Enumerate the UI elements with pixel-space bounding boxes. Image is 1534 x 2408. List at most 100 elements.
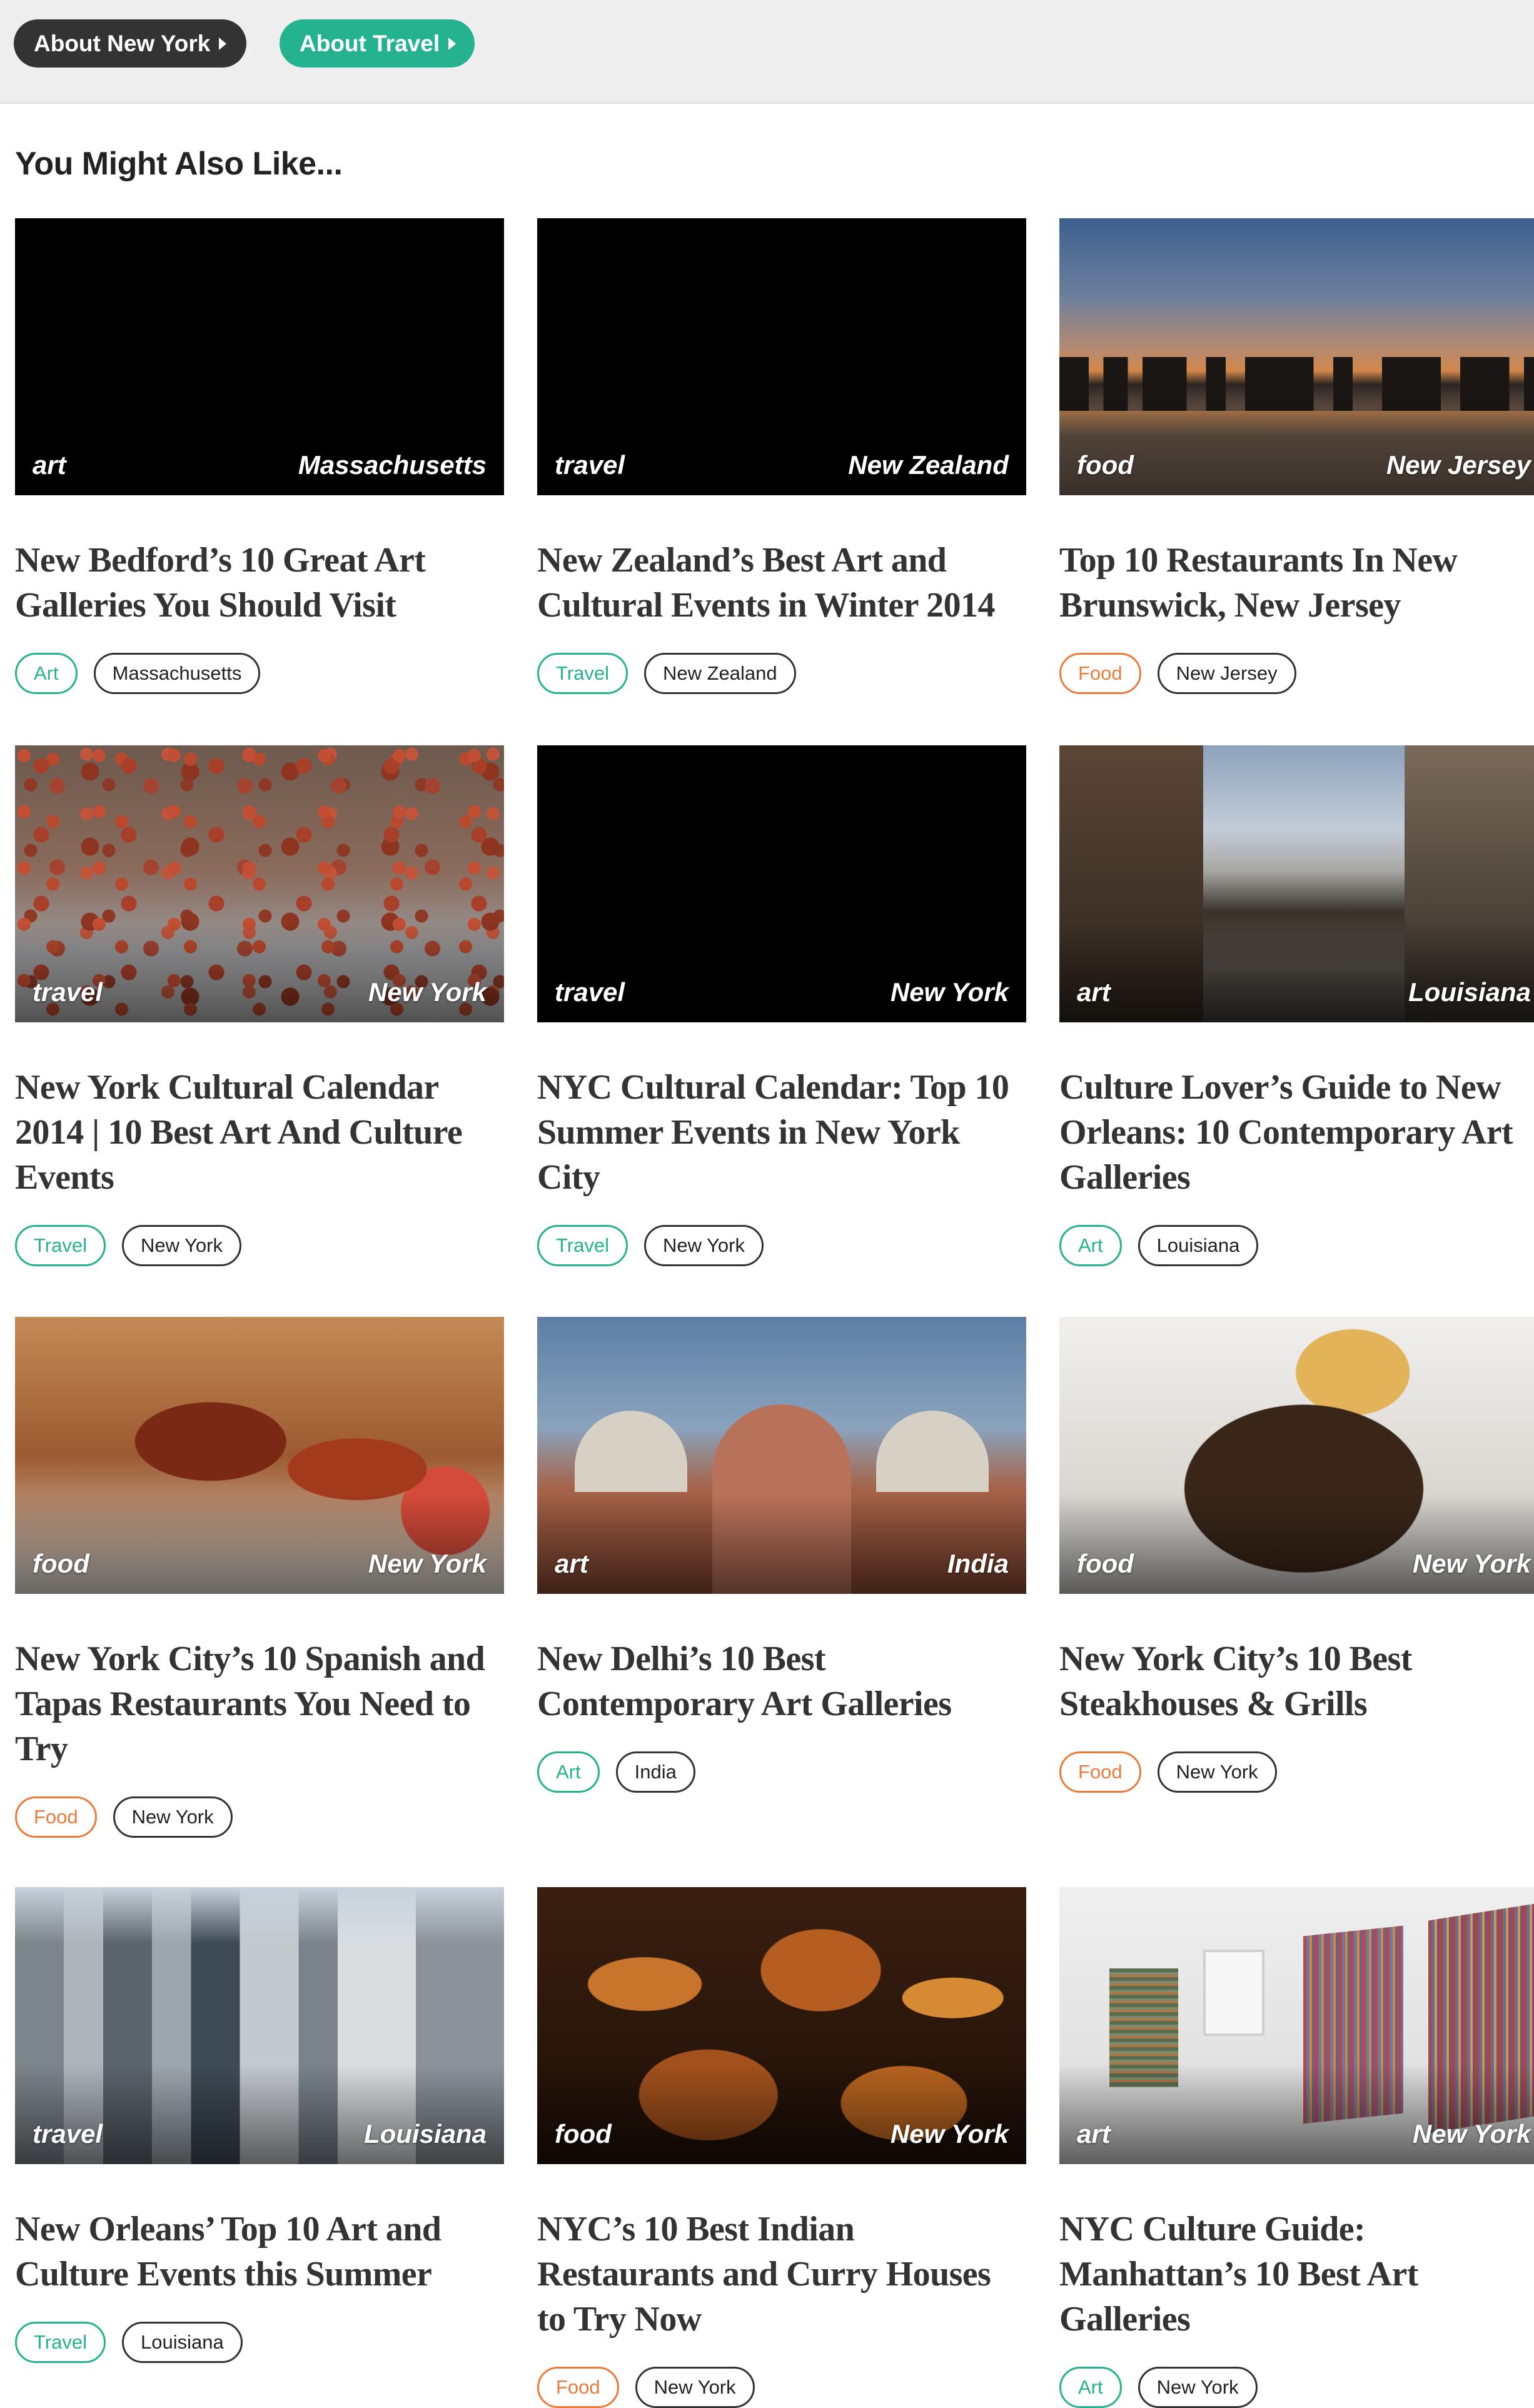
location-tag[interactable]: New York <box>643 1225 764 1266</box>
article-title[interactable]: New York Cultural Calendar 2014 | 10 Bes… <box>15 1022 504 1200</box>
article-card[interactable]: art Louisiana Culture Lover’s Guide to N… <box>1059 745 1534 1266</box>
article-thumbnail[interactable]: travel New Zealand <box>537 218 1026 495</box>
article-card[interactable]: travel Louisiana New Orleans’ Top 10 Art… <box>15 1887 504 2363</box>
article-title[interactable]: New Zealand’s Best Art and Cultural Even… <box>537 495 1026 628</box>
location-tag[interactable]: New York <box>113 1796 233 1838</box>
article-thumbnail[interactable]: travel Louisiana <box>15 1887 504 2164</box>
article-title[interactable]: New York City’s 10 Spanish and Tapas Res… <box>15 1594 504 1771</box>
article-thumbnail[interactable]: art New York <box>1059 1887 1534 2164</box>
thumbnail-category: food <box>1077 450 1134 480</box>
tag-list: Art Massachusetts <box>15 653 504 694</box>
about-city-label: About New York <box>34 30 211 56</box>
thumbnail-category: food <box>1077 1549 1134 1578</box>
article-card[interactable]: art India New Delhi’s 10 Best Contempora… <box>537 1317 1026 1793</box>
thumbnail-category: travel <box>33 2119 103 2149</box>
article-title[interactable]: New York City’s 10 Best Steakhouses & Gr… <box>1059 1594 1534 1726</box>
article-card[interactable]: food New York New York City’s 10 Best St… <box>1059 1317 1534 1793</box>
thumbnail-location: Massachusetts <box>298 450 487 480</box>
article-card[interactable]: art New York NYC Culture Guide: Manhatta… <box>1059 1887 1534 2408</box>
article-title[interactable]: NYC Culture Guide: Manhattan’s 10 Best A… <box>1059 2164 1534 2342</box>
tag-list: Food New York <box>1059 1751 1534 1793</box>
location-tag[interactable]: New Jersey <box>1157 653 1296 694</box>
article-thumbnail[interactable]: food New York <box>537 1887 1026 2164</box>
category-tag[interactable]: Food <box>1059 653 1141 694</box>
article-card[interactable]: food New York NYC’s 10 Best Indian Resta… <box>537 1887 1026 2408</box>
category-tag[interactable]: Food <box>15 1796 97 1838</box>
about-topic-label: About Travel <box>300 30 440 56</box>
article-thumbnail[interactable]: travel New York <box>537 745 1026 1022</box>
tag-list: Food New Jersey <box>1059 653 1534 694</box>
article-title[interactable]: New Delhi’s 10 Best Contemporary Art Gal… <box>537 1594 1026 1726</box>
thumbnail-category: travel <box>555 977 625 1007</box>
article-card[interactable]: art Massachusetts New Bedford’s 10 Great… <box>15 218 504 694</box>
tag-list: Food New York <box>15 1796 504 1838</box>
category-tag[interactable]: Art <box>1059 1225 1122 1266</box>
category-tag[interactable]: Food <box>537 2367 619 2408</box>
article-card[interactable]: travel New York NYC Cultural Calendar: T… <box>537 745 1026 1266</box>
article-title[interactable]: New Bedford’s 10 Great Art Galleries You… <box>15 495 504 628</box>
category-tag[interactable]: Food <box>1059 1751 1141 1793</box>
thumbnail-category: art <box>1077 2119 1111 2149</box>
thumbnail-location: New York <box>890 2119 1009 2149</box>
article-card[interactable]: food New York New York City’s 10 Spanish… <box>15 1317 504 1838</box>
caret-right-icon <box>219 37 227 50</box>
thumbnail-category: travel <box>555 450 625 480</box>
location-tag[interactable]: New York <box>121 1225 241 1266</box>
location-tag[interactable]: New Zealand <box>643 653 796 694</box>
tag-list: Art New York <box>1059 2367 1534 2408</box>
thumbnail-location: New York <box>368 1549 487 1578</box>
thumbnail-location: New York <box>368 977 487 1007</box>
thumbnail-category: art <box>1077 977 1111 1007</box>
thumbnail-category: food <box>555 2119 612 2149</box>
category-tag[interactable]: Travel <box>537 1225 628 1266</box>
caret-right-icon <box>448 37 457 50</box>
thumbnail-location: New York <box>890 977 1009 1007</box>
location-tag[interactable]: Massachusetts <box>93 653 261 694</box>
article-thumbnail[interactable]: food New York <box>1059 1317 1534 1594</box>
category-tag[interactable]: Travel <box>537 653 628 694</box>
category-tag[interactable]: Art <box>537 1751 600 1793</box>
article-title[interactable]: Top 10 Restaurants In New Brunswick, New… <box>1059 495 1534 628</box>
category-tag[interactable]: Art <box>1059 2367 1122 2408</box>
location-tag[interactable]: New York <box>1157 1751 1277 1793</box>
thumbnail-shade <box>537 395 1026 495</box>
thumbnail-location: New Jersey <box>1386 450 1531 480</box>
thumbnail-shade <box>15 922 504 1022</box>
category-tag[interactable]: Travel <box>15 1225 106 1266</box>
thumbnail-shade <box>537 2064 1026 2164</box>
thumbnail-category: food <box>33 1549 89 1578</box>
category-tag[interactable]: Travel <box>15 2322 106 2363</box>
topic-bar: About New York About Travel <box>0 0 1534 104</box>
category-tag[interactable]: Art <box>15 653 78 694</box>
location-tag[interactable]: New York <box>1138 2367 1258 2408</box>
about-city-button[interactable]: About New York <box>14 19 246 68</box>
thumbnail-shade <box>1059 1494 1534 1594</box>
thumbnail-location: India <box>947 1549 1009 1578</box>
article-card[interactable]: travel New York New York Cultural Calend… <box>15 745 504 1266</box>
location-tag[interactable]: Louisiana <box>121 2322 243 2363</box>
article-title[interactable]: NYC Cultural Calendar: Top 10 Summer Eve… <box>537 1022 1026 1200</box>
thumbnail-shade <box>1059 2064 1534 2164</box>
about-topic-button[interactable]: About Travel <box>280 19 475 68</box>
article-card[interactable]: travel New Zealand New Zealand’s Best Ar… <box>537 218 1026 694</box>
tag-list: Food New York <box>537 2367 1026 2408</box>
article-title[interactable]: Culture Lover’s Guide to New Orleans: 10… <box>1059 1022 1534 1200</box>
tag-list: Travel New Zealand <box>537 653 1026 694</box>
thumbnail-shade <box>15 2064 504 2164</box>
article-thumbnail[interactable]: travel New York <box>15 745 504 1022</box>
article-title[interactable]: New Orleans’ Top 10 Art and Culture Even… <box>15 2164 504 2297</box>
section-title: You Might Also Like... <box>15 146 343 182</box>
article-thumbnail[interactable]: food New Jersey <box>1059 218 1534 495</box>
article-title[interactable]: NYC’s 10 Best Indian Restaurants and Cur… <box>537 2164 1026 2342</box>
article-thumbnail[interactable]: art India <box>537 1317 1026 1594</box>
article-thumbnail[interactable]: art Louisiana <box>1059 745 1534 1022</box>
thumbnail-category: travel <box>33 977 103 1007</box>
location-tag[interactable]: India <box>615 1751 695 1793</box>
location-tag[interactable]: New York <box>635 2367 755 2408</box>
article-card[interactable]: food New Jersey Top 10 Restaurants In Ne… <box>1059 218 1534 694</box>
article-thumbnail[interactable]: art Massachusetts <box>15 218 504 495</box>
article-thumbnail[interactable]: food New York <box>15 1317 504 1594</box>
location-tag[interactable]: Louisiana <box>1138 1225 1259 1266</box>
thumbnail-shade <box>15 1494 504 1594</box>
thumbnail-location: New Zealand <box>848 450 1009 480</box>
